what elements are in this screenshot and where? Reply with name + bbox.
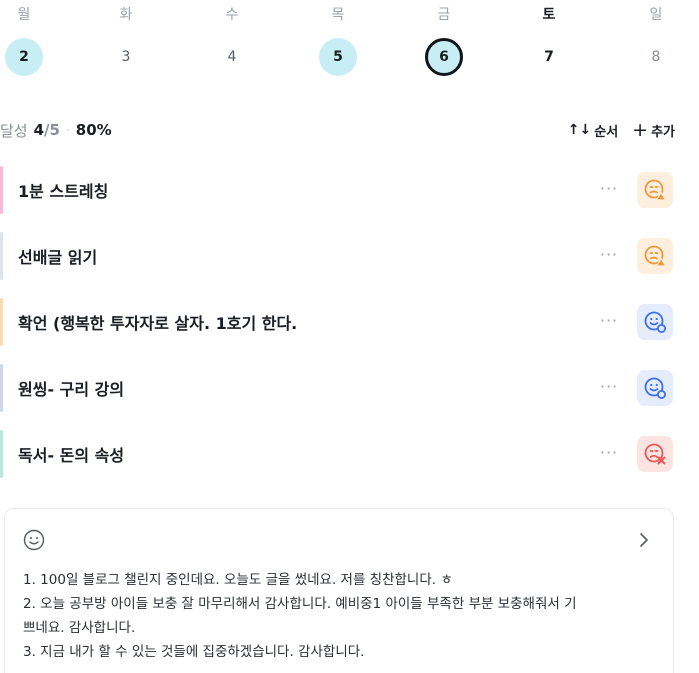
worried-face-warning-icon — [644, 179, 667, 201]
day-number-selected[interactable]: 6 — [425, 38, 463, 76]
habit-color-bar — [0, 298, 3, 346]
day-number[interactable]: 5 — [319, 38, 357, 76]
habit-item[interactable]: 선배글 읽기 ··· — [0, 232, 690, 280]
worried-face-warning-icon — [644, 245, 667, 267]
more-options-icon[interactable]: ··· — [596, 178, 622, 202]
smile-icon[interactable] — [23, 529, 45, 551]
habit-status-button[interactable] — [637, 436, 673, 472]
sad-face-x-icon — [644, 443, 666, 465]
achievement-total: /5 — [44, 121, 60, 139]
day-number[interactable]: 7 — [530, 38, 568, 76]
sort-icon: ↑↓ — [567, 122, 592, 138]
achievement-count: 4 — [33, 121, 45, 139]
note-line: 3. 지금 내가 할 수 있는 것들에 집중하겠습니다. 감사합니다. — [23, 644, 365, 660]
day-name: 일 — [649, 7, 663, 23]
plus-icon: + — [632, 118, 649, 141]
more-options-icon[interactable]: ··· — [596, 442, 622, 466]
habit-title: 독서- 돈의 속성 — [18, 446, 125, 465]
habit-status-button[interactable] — [637, 304, 673, 340]
habit-color-bar — [0, 166, 3, 214]
habit-status-button[interactable] — [637, 172, 673, 208]
more-options-icon[interactable]: ··· — [596, 376, 622, 400]
day-name: 목 — [331, 7, 345, 23]
achievement-summary: 달성 4 /5 · 80% — [0, 118, 112, 142]
daily-note-card[interactable]: 1. 100일 블로그 챌린지 중인데요. 오늘도 글을 썼네요. 저를 칭찬합… — [4, 508, 674, 673]
habit-item[interactable]: 원씽- 구리 강의 ··· — [0, 364, 690, 412]
habit-title: 1분 스트레칭 — [18, 182, 109, 201]
day-name: 금 — [437, 7, 451, 23]
day-name: 화 — [119, 7, 133, 23]
achievement-percent: 80% — [75, 121, 112, 139]
day-name: 토 — [542, 7, 556, 23]
habit-item[interactable]: 확언 (행복한 투자자로 살자. 1호기 한다. ··· — [0, 298, 690, 346]
habit-item[interactable]: 독서- 돈의 속성 ··· — [0, 430, 690, 478]
day-number[interactable]: 2 — [5, 38, 43, 76]
day-name: 수 — [225, 7, 239, 23]
list-actions: ↑↓ 순서 + 추가 — [568, 118, 675, 142]
more-options-icon[interactable]: ··· — [596, 310, 622, 334]
habit-title: 원씽- 구리 강의 — [18, 380, 125, 399]
day-number[interactable]: 3 — [107, 38, 145, 76]
more-options-icon[interactable]: ··· — [596, 244, 622, 268]
day-name: 월 — [17, 7, 31, 23]
note-line: 쁘네요. 감사합니다. — [23, 620, 136, 636]
smile-check-icon — [644, 311, 666, 333]
habit-color-bar — [0, 364, 3, 412]
note-line: 1. 100일 블로그 챌린지 중인데요. 오늘도 글을 썼네요. 저를 칭찬합… — [23, 572, 453, 588]
achievement-label: 달성 — [0, 121, 28, 140]
week-strip: 월 2 화 3 수 4 목 5 금 6 토 7 일 8 — [0, 0, 690, 90]
day-number[interactable]: 8 — [637, 38, 675, 76]
reorder-button[interactable]: ↑↓ 순서 — [568, 121, 618, 140]
habit-color-bar — [0, 430, 3, 478]
day-number[interactable]: 4 — [213, 38, 251, 76]
habit-title: 확언 (행복한 투자자로 살자. 1호기 한다. — [18, 314, 298, 333]
add-habit-button[interactable]: + 추가 — [632, 118, 675, 141]
habit-status-button[interactable] — [637, 238, 673, 274]
reorder-label: 순서 — [594, 124, 619, 140]
add-label: 추가 — [651, 124, 675, 140]
note-line: 2. 오늘 공부방 아이들 보충 잘 마무리해서 감사합니다. 예비중1 아이들… — [23, 596, 577, 612]
habit-title: 선배글 읽기 — [18, 248, 98, 267]
smile-check-icon — [644, 377, 666, 399]
chevron-right-icon[interactable] — [637, 531, 651, 549]
habit-item[interactable]: 1분 스트레칭 ··· — [0, 166, 690, 214]
habit-status-button[interactable] — [637, 370, 673, 406]
separator-dot: · — [65, 123, 70, 137]
habit-color-bar — [0, 232, 3, 280]
